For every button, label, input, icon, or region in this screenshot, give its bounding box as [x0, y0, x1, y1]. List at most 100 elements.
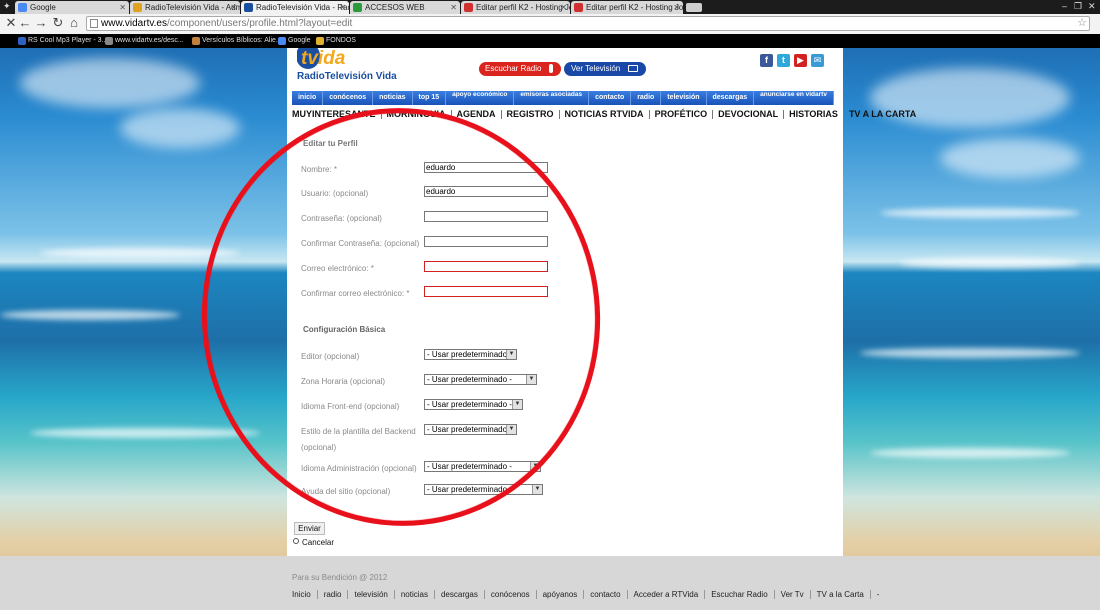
preference-select-5[interactable]: - Usar predeterminado - ▼ — [424, 484, 543, 495]
main-nav-item[interactable]: conócenos — [323, 91, 374, 105]
main-nav-item[interactable]: top 15 — [413, 91, 447, 105]
footer-link[interactable]: noticias — [395, 590, 435, 599]
tab-close-icon[interactable]: ✕ — [673, 1, 680, 14]
bookmark-item[interactable]: www.vidartv.es/desc... — [105, 35, 184, 47]
bookmark-label: RS Cool Mp3 Player - 3... — [28, 37, 108, 44]
sub-nav-item[interactable]: TV A LA CARTA — [844, 110, 916, 119]
dropdown-arrow-icon[interactable]: ▼ — [506, 425, 516, 434]
dropdown-arrow-icon[interactable]: ▼ — [532, 485, 542, 494]
main-nav-item[interactable]: apoyo económico — [446, 91, 515, 105]
main-nav-item[interactable]: noticias — [373, 91, 413, 105]
select-label-line2: (opcional) — [301, 443, 337, 452]
browser-tab[interactable]: RadioTelevisión Vida - RadioT✕ — [241, 1, 349, 14]
sub-nav-item[interactable]: HISTORIAS — [784, 110, 844, 119]
sub-nav-item[interactable]: AGENDA — [452, 110, 502, 119]
dropdown-arrow-icon[interactable]: ▼ — [530, 462, 540, 471]
bookmark-label: FONDOS — [326, 37, 356, 44]
new-tab-button[interactable] — [686, 3, 702, 12]
facebook-icon[interactable]: f — [760, 54, 773, 67]
footer-link[interactable]: TV a la Carta — [811, 590, 871, 599]
profile-field-1[interactable] — [424, 186, 548, 197]
profile-field-3[interactable] — [424, 236, 548, 247]
browser-tab[interactable]: RadioTelevisión Vida - Admin ✕ — [130, 1, 240, 14]
bookmark-item[interactable]: Versículos Bíblicos: Alie... — [192, 35, 282, 47]
browser-tab[interactable]: Editar perfil K2 - Hosting Joon✕ — [571, 1, 683, 14]
main-nav-item[interactable]: anunciarse en vidartv — [754, 91, 834, 105]
field-label: Usuario: (opcional) — [301, 189, 369, 198]
footer-link[interactable]: Acceder a RTVida — [628, 590, 706, 599]
back-icon[interactable]: ✕ — [4, 16, 18, 30]
restore-icon[interactable]: ❐ — [1074, 0, 1082, 12]
home-icon[interactable]: ⌂ — [67, 16, 81, 30]
ver-television-button[interactable]: Ver Televisión — [564, 62, 646, 76]
dropdown-arrow-icon[interactable]: ▼ — [526, 375, 536, 384]
main-nav-item[interactable]: contacto — [589, 91, 632, 105]
email-icon[interactable]: ✉ — [811, 54, 824, 67]
youtube-icon[interactable]: ▶ — [794, 54, 807, 67]
footer-link[interactable]: Ver Tv — [775, 590, 811, 599]
close-window-icon[interactable]: ✕ — [1088, 0, 1096, 12]
site-logo[interactable]: tvida RadioTelevisión Vida — [297, 48, 397, 82]
footer-link[interactable]: apóyanos — [537, 590, 585, 599]
preference-select-4[interactable]: - Usar predeterminado - ▼ — [424, 461, 541, 472]
browser-tab[interactable]: Editar perfil K2 - Hosting Joon✕ — [461, 1, 570, 14]
preference-select-1[interactable]: - Usar predeterminado - ▼ — [424, 374, 537, 385]
main-nav-item[interactable]: inicio — [292, 91, 324, 105]
footer-link[interactable]: Escuchar Radio — [705, 590, 775, 599]
bookmark-item[interactable]: RS Cool Mp3 Player - 3... — [18, 35, 107, 47]
footer-link[interactable]: radio — [318, 590, 349, 599]
sub-nav-item[interactable]: DEVOCIONAL — [713, 110, 785, 119]
tab-close-icon[interactable]: ✕ — [119, 1, 126, 14]
reload-icon[interactable]: ↻ — [51, 16, 65, 30]
field-label: Contraseña: (opcional) — [301, 214, 382, 223]
footer-link[interactable]: contacto — [584, 590, 628, 599]
tab-close-icon[interactable]: ✕ — [560, 1, 567, 14]
bookmark-item[interactable]: FONDOS — [316, 35, 356, 47]
main-nav-item[interactable]: emisoras asociadas — [514, 91, 590, 105]
sub-nav-item[interactable]: MUYINTERESANTE — [292, 110, 382, 119]
profile-field-4[interactable] — [424, 261, 548, 272]
footer-link[interactable]: - — [871, 590, 886, 599]
main-nav-item[interactable]: descargas — [707, 91, 755, 105]
page-viewport: tvida RadioTelevisión Vida Escuchar Radi… — [0, 48, 1100, 610]
dropdown-arrow-icon[interactable]: ▼ — [506, 350, 516, 359]
enviar-button[interactable]: Enviar — [294, 522, 325, 535]
minimize-icon[interactable]: ‒ — [1062, 0, 1067, 12]
select-value: - Usar predeterminado - — [427, 400, 512, 409]
main-nav-item[interactable]: radio — [631, 91, 662, 105]
footer-link[interactable]: descargas — [435, 590, 485, 599]
sub-nav-item[interactable]: NOTICIAS RTVIDA — [560, 110, 650, 119]
forward-icon[interactable]: → — [34, 16, 48, 30]
dropdown-arrow-icon[interactable]: ▼ — [512, 400, 522, 409]
bookmark-star-icon[interactable]: ☆ — [1077, 17, 1087, 30]
bookmark-item[interactable]: Google — [278, 35, 311, 47]
preference-select-0[interactable]: - Usar predeterminado - ▼ — [424, 349, 517, 360]
twitter-icon[interactable]: t — [777, 54, 790, 67]
tab-close-icon[interactable]: ✕ — [339, 1, 346, 14]
footer-link[interactable]: Inicio — [292, 590, 318, 599]
browser-tab[interactable]: Google ✕ — [15, 1, 129, 14]
footer-link[interactable]: conócenos — [485, 590, 537, 599]
back-arrow-icon[interactable]: ← — [18, 16, 32, 30]
select-value: - Usar predeterminado - — [427, 375, 512, 384]
main-nav-item[interactable]: televisión — [661, 91, 707, 105]
footer-link[interactable]: televisión — [348, 590, 395, 599]
sub-nav-item[interactable]: MORNINGUIA — [382, 110, 452, 119]
preference-select-2[interactable]: - Usar predeterminado - ▼ — [424, 399, 523, 410]
profile-field-2[interactable] — [424, 211, 548, 222]
sub-nav-item[interactable]: REGISTRO — [502, 110, 560, 119]
sub-nav-item[interactable]: PROFÉTICO — [650, 110, 714, 119]
tab-close-icon[interactable]: ✕ — [230, 1, 237, 14]
section-title-editar-perfil: Editar tu Perfil — [303, 139, 358, 148]
background-wave — [900, 258, 1080, 268]
browser-tab[interactable]: ACCESOS WEB ✕ — [350, 1, 460, 14]
preference-select-3[interactable]: - Usar predeterminado - ▼ — [424, 424, 517, 435]
address-bar[interactable]: www.vidartv.es/component/users/profile.h… — [86, 16, 1090, 31]
cancelar-link[interactable]: Cancelar — [293, 538, 334, 547]
profile-field-0[interactable] — [424, 162, 548, 173]
browser-menu-icon[interactable]: ✦ — [3, 0, 11, 12]
tab-close-icon[interactable]: ✕ — [450, 1, 457, 14]
profile-field-5[interactable] — [424, 286, 548, 297]
escuchar-radio-button[interactable]: Escuchar Radio — [479, 62, 561, 76]
browser-toolbar: ✕ ← → ↻ ⌂ www.vidartv.es/component/users… — [0, 14, 1100, 35]
